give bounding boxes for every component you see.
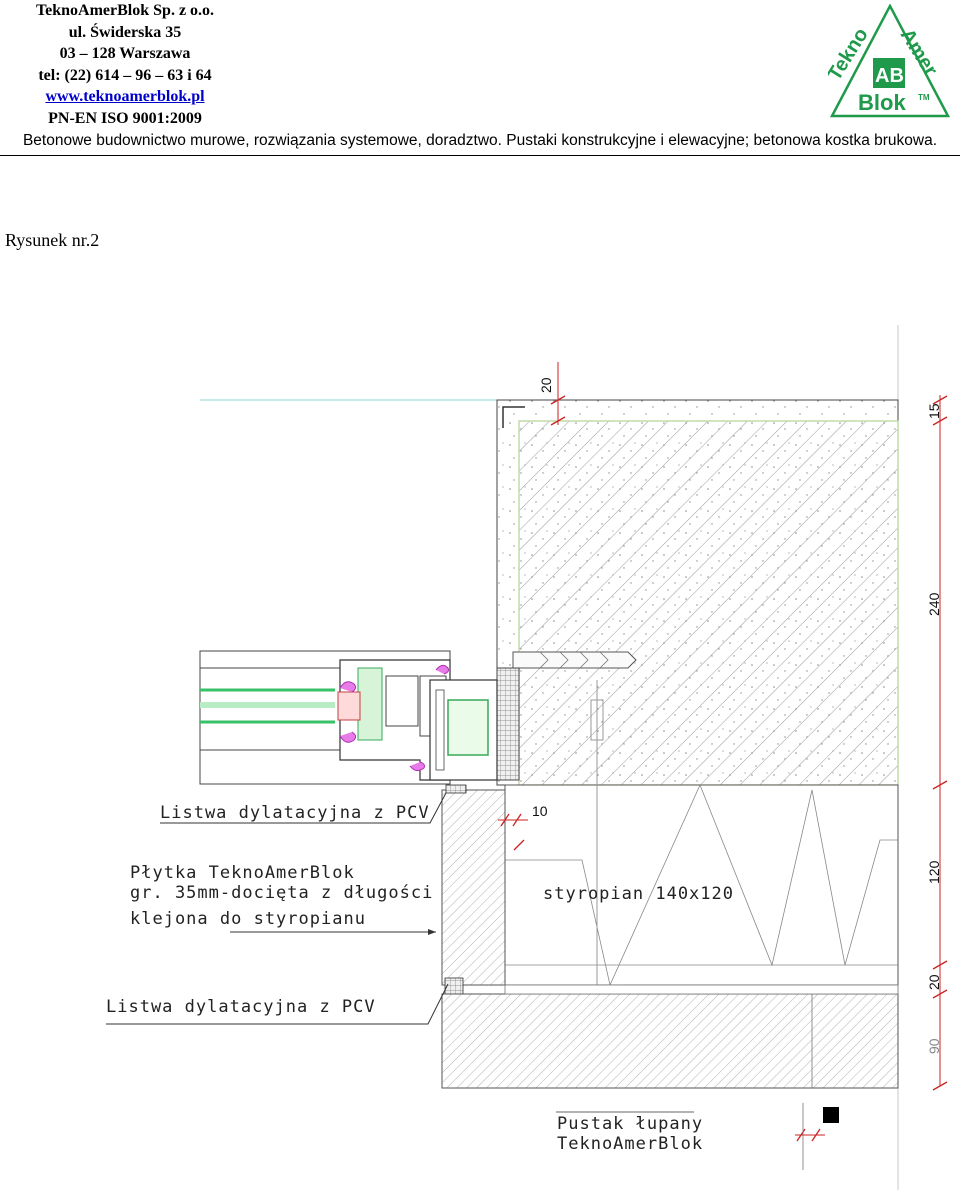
dim-label-right-120: 120 <box>926 860 942 884</box>
mortar-joint <box>504 984 899 995</box>
pvc-frame-reinforcement <box>447 699 489 756</box>
dim-label-right-20: 20 <box>926 974 942 990</box>
label-plytka-line2: gr. 35mm-docięta z długości <box>130 883 433 903</box>
label-listwa-top: Listwa dylatacyjna z PCV <box>160 803 430 823</box>
gasket-bottom-right <box>409 761 425 772</box>
label-pustak-line2: TeknoAmerBlok <box>557 1134 703 1154</box>
dim-label-gap-10: 10 <box>532 803 548 819</box>
pvc-profile-glazing-bead <box>357 667 383 741</box>
pvc-profile-spacer <box>337 691 361 721</box>
label-styropian: styropian 140x120 <box>543 884 734 904</box>
label-plytka-line3: klejona do styropianu <box>130 909 366 929</box>
frame-anchor-plate <box>496 667 520 781</box>
leader-plytka-arrow <box>428 929 436 935</box>
section-drawing: Listwa dylatacyjna z PCV Płytka TeknoAme… <box>106 325 948 1190</box>
masonry-block <box>441 993 899 1089</box>
pcv-strip-top <box>445 784 467 794</box>
section-marker-square <box>823 1107 839 1123</box>
tile-strip <box>441 789 506 986</box>
dim-label-right-15: 15 <box>926 403 942 419</box>
expansion-dowel <box>512 651 637 669</box>
label-listwa-bottom: Listwa dylatacyjna z PCV <box>106 997 376 1017</box>
dim-label-right-90: 90 <box>926 1038 942 1054</box>
label-pustak-line1: Pustak łupany <box>557 1114 703 1134</box>
pcv-strip-bottom <box>444 977 464 995</box>
dim-label-top-20: 20 <box>538 377 554 393</box>
concrete-lintel <box>518 420 899 786</box>
dim-label-right-240: 240 <box>926 592 942 616</box>
label-plytka-line1: Płytka TeknoAmerBlok <box>130 863 355 883</box>
